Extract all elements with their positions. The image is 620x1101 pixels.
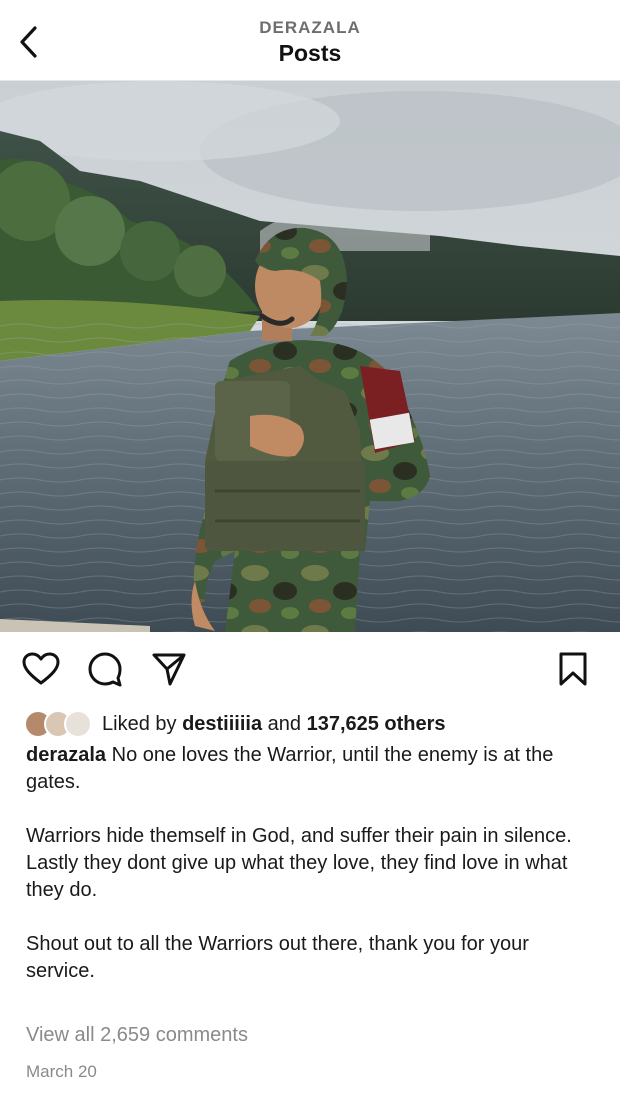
- post-actions: [0, 646, 620, 696]
- share-button[interactable]: [148, 650, 190, 692]
- view-comments-link[interactable]: View all 2,659 comments: [26, 1024, 248, 1047]
- comment-icon: [87, 651, 123, 692]
- header-username: DERAZALA: [259, 18, 361, 37]
- caption-line: Warriors hide themself in God, and suffe…: [26, 825, 572, 847]
- caption-line: Lastly they dont give up what they love,…: [26, 852, 568, 901]
- heart-icon: [22, 652, 60, 691]
- liker-avatars: [24, 709, 98, 739]
- bookmark-icon: [557, 651, 589, 692]
- post-photo[interactable]: [0, 81, 620, 632]
- caption-line: No one loves the Warrior, until the enem…: [26, 744, 554, 793]
- liked-by-prefix: Liked by: [102, 712, 183, 735]
- post-date: March 20: [26, 1062, 97, 1081]
- page-title: Posts: [278, 40, 342, 66]
- caption-username[interactable]: derazala: [26, 744, 106, 766]
- liked-by-and: and: [262, 712, 307, 735]
- paper-plane-icon: [151, 651, 187, 692]
- caption-line: Shout out to all the Warriors out there,…: [26, 933, 529, 982]
- liked-by-others[interactable]: 137,625 others: [307, 713, 446, 735]
- post-caption: derazala No one loves the Warrior, until…: [26, 742, 600, 985]
- likes-text: Liked by destiiiiia and 137,625 others: [102, 713, 446, 736]
- liked-by-user[interactable]: destiiiiia: [182, 713, 262, 735]
- avatar: [64, 710, 92, 738]
- top-bar: DERAZALA Posts: [0, 0, 620, 81]
- like-button[interactable]: [20, 650, 62, 692]
- save-button[interactable]: [552, 650, 594, 692]
- likes-row[interactable]: Liked by destiiiiia and 137,625 others: [24, 708, 446, 740]
- comment-button[interactable]: [84, 650, 126, 692]
